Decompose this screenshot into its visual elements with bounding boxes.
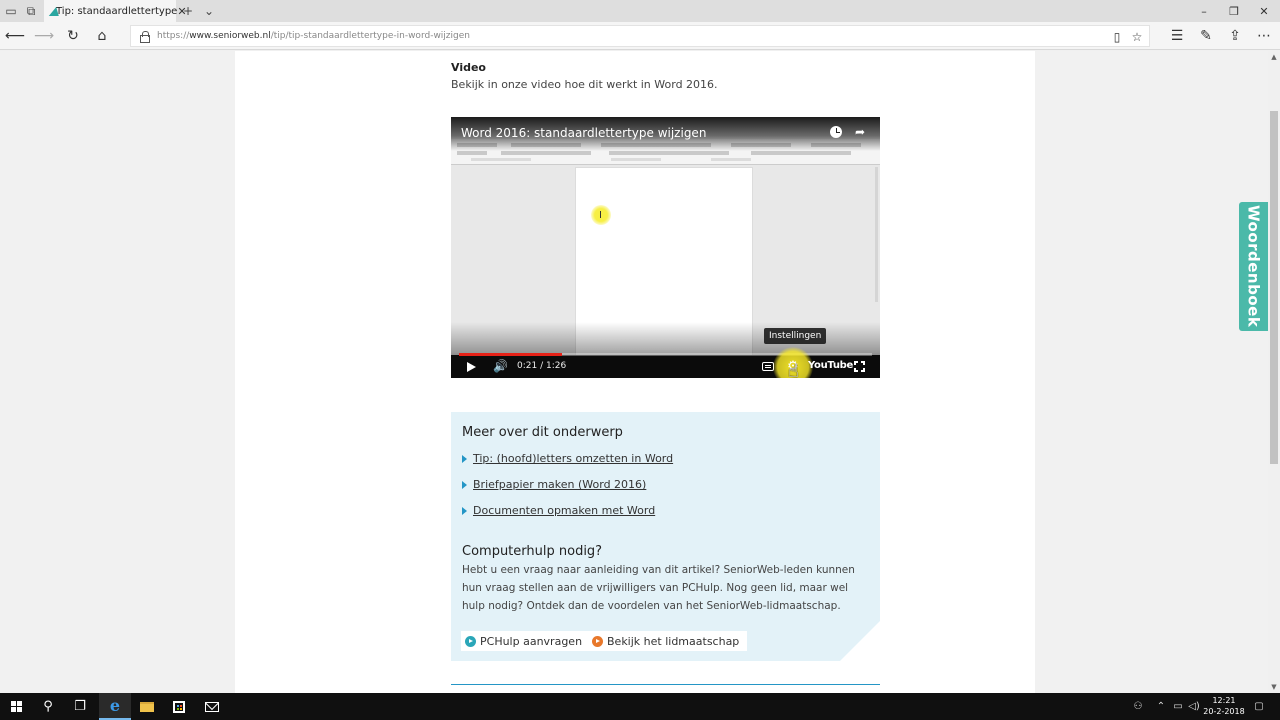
close-window-button[interactable]: ✕	[1248, 0, 1280, 22]
related-info-box: Meer over dit onderwerp Tip: (hoofd)lett…	[451, 412, 880, 661]
address-bar[interactable]: https://www.seniorweb.nl/tip/tip-standaa…	[130, 25, 1150, 47]
new-tab-icon[interactable]: +	[179, 2, 197, 20]
view-membership-label: Bekijk het lidmaatschap	[607, 634, 740, 648]
related-link[interactable]: Documenten opmaken met Word	[473, 504, 655, 517]
scroll-up-icon[interactable]: ▲	[1268, 51, 1280, 63]
more-options-icon[interactable]: ⋯	[1253, 26, 1275, 46]
video-heading: Video	[451, 61, 486, 74]
share-icon[interactable]: ⇪	[1224, 26, 1246, 46]
search-icon[interactable]: ⚲	[32, 693, 64, 720]
play-circle-icon	[592, 635, 603, 647]
pchulp-request-label: PCHulp aanvragen	[480, 634, 583, 648]
tab-bar: ▭ ⧉ Tip: standaardlettertype ✕ + ⌄ – ❐ ✕	[0, 0, 1280, 22]
video-intro-text: Bekijk in onze video hoe dit werkt in Wo…	[451, 78, 718, 91]
text-cursor-highlight	[591, 205, 611, 225]
hand-pointer-icon: ☝	[788, 361, 799, 378]
related-link[interactable]: Tip: (hoofd)letters omzetten in Word	[473, 452, 673, 465]
woordenboek-tab[interactable]: Woordenboek	[1239, 202, 1268, 331]
view-membership-button[interactable]: Bekijk het lidmaatschap	[588, 631, 748, 651]
play-circle-icon	[465, 635, 476, 647]
tab-title: Tip: standaardlettertype	[56, 5, 178, 17]
youtube-logo[interactable]: YouTube	[808, 360, 853, 371]
windows-taskbar: ⚲ ❐ e ⚇ ⌃ ▭ ◁) 12:21 20-2-2018 ▢	[0, 693, 1280, 720]
network-icon[interactable]: ▭	[1170, 693, 1186, 720]
bullet-triangle-icon	[462, 506, 467, 515]
tab-list-icon[interactable]: ▭	[2, 2, 20, 20]
file-explorer-icon[interactable]	[131, 693, 163, 720]
task-view-icon[interactable]: ❐	[64, 693, 96, 720]
mail-icon[interactable]	[196, 693, 228, 720]
store-icon[interactable]	[163, 693, 195, 720]
clock-date: 20-2-2018	[1203, 707, 1245, 716]
navigation-bar: ⟵ ⟶ ↻ ⌂ https://www.seniorweb.nl/tip/tip…	[0, 22, 1280, 50]
tab-active[interactable]: Tip: standaardlettertype ✕	[44, 0, 187, 22]
volume-icon[interactable]: 🔊	[493, 359, 508, 373]
restore-button[interactable]: ❐	[1218, 0, 1250, 22]
web-note-pen-icon[interactable]: ✎	[1195, 26, 1217, 46]
pchulp-request-button[interactable]: PCHulp aanvragen	[461, 631, 591, 651]
related-link-item[interactable]: Documenten opmaken met Word	[462, 504, 655, 517]
more-about-heading: Meer over dit onderwerp	[462, 425, 623, 440]
section-divider	[451, 684, 880, 685]
bullet-triangle-icon	[462, 454, 467, 463]
url-text: https://www.seniorweb.nl/tip/tip-standaa…	[157, 31, 470, 41]
taskbar-clock[interactable]: 12:21 20-2-2018	[1198, 695, 1250, 717]
related-link-item[interactable]: Briefpapier maken (Word 2016)	[462, 478, 646, 491]
related-link[interactable]: Briefpapier maken (Word 2016)	[473, 478, 646, 491]
favorite-star-icon[interactable]: ☆	[1129, 29, 1145, 45]
people-icon[interactable]: ⚇	[1128, 693, 1148, 720]
forward-arrow-icon[interactable]: ⟶	[33, 26, 55, 46]
scroll-down-icon[interactable]: ▼	[1268, 681, 1280, 693]
lock-icon	[139, 31, 150, 43]
woordenboek-label: Woordenboek	[1244, 205, 1263, 328]
favorites-hub-icon[interactable]: ☰	[1166, 26, 1188, 46]
clock-time: 12:21	[1212, 696, 1236, 705]
tab-preview-chevron-icon[interactable]: ⌄	[200, 2, 218, 20]
watch-later-clock-icon[interactable]	[829, 125, 843, 139]
start-windows-icon[interactable]	[0, 693, 32, 720]
notification-center-icon[interactable]: ▢	[1250, 693, 1268, 720]
related-link-item[interactable]: Tip: (hoofd)letters omzetten in Word	[462, 452, 673, 465]
video-share-icon[interactable]: ➦	[853, 125, 867, 139]
set-aside-tabs-icon[interactable]: ⧉	[22, 2, 40, 20]
computer-help-text: Hebt u een vraag naar aanleiding van dit…	[462, 564, 855, 612]
settings-tooltip: Instellingen	[764, 328, 827, 344]
computer-help-heading: Computerhulp nodig?	[462, 544, 603, 559]
fullscreen-icon[interactable]	[854, 361, 865, 372]
bullet-triangle-icon	[462, 480, 467, 489]
progress-played	[459, 353, 563, 356]
video-time: 0:21 / 1:26	[517, 361, 567, 371]
reading-view-icon[interactable]: ▯	[1109, 29, 1125, 45]
article-column: Video Bekijk in onze video hoe dit werkt…	[235, 51, 1035, 693]
page-viewport: Video Bekijk in onze video hoe dit werkt…	[0, 51, 1268, 693]
scrollbar-thumb[interactable]	[1270, 111, 1278, 464]
show-hidden-icons-chevron-icon[interactable]: ⌃	[1152, 693, 1170, 720]
back-arrow-icon[interactable]: ⟵	[4, 26, 26, 46]
video-title[interactable]: Word 2016: standaardlettertype wijzigen	[461, 126, 706, 140]
home-icon[interactable]: ⌂	[91, 26, 113, 46]
refresh-icon[interactable]: ↻	[62, 26, 84, 46]
word-scrollbar	[875, 167, 878, 302]
youtube-video-player[interactable]: Word 2016: standaardlettertype wijzigen …	[451, 117, 880, 378]
edge-browser-icon[interactable]: e	[99, 693, 131, 720]
minimize-button[interactable]: –	[1188, 0, 1220, 22]
page-scrollbar[interactable]: ▲ ▼	[1268, 51, 1280, 693]
play-icon[interactable]	[467, 360, 481, 374]
